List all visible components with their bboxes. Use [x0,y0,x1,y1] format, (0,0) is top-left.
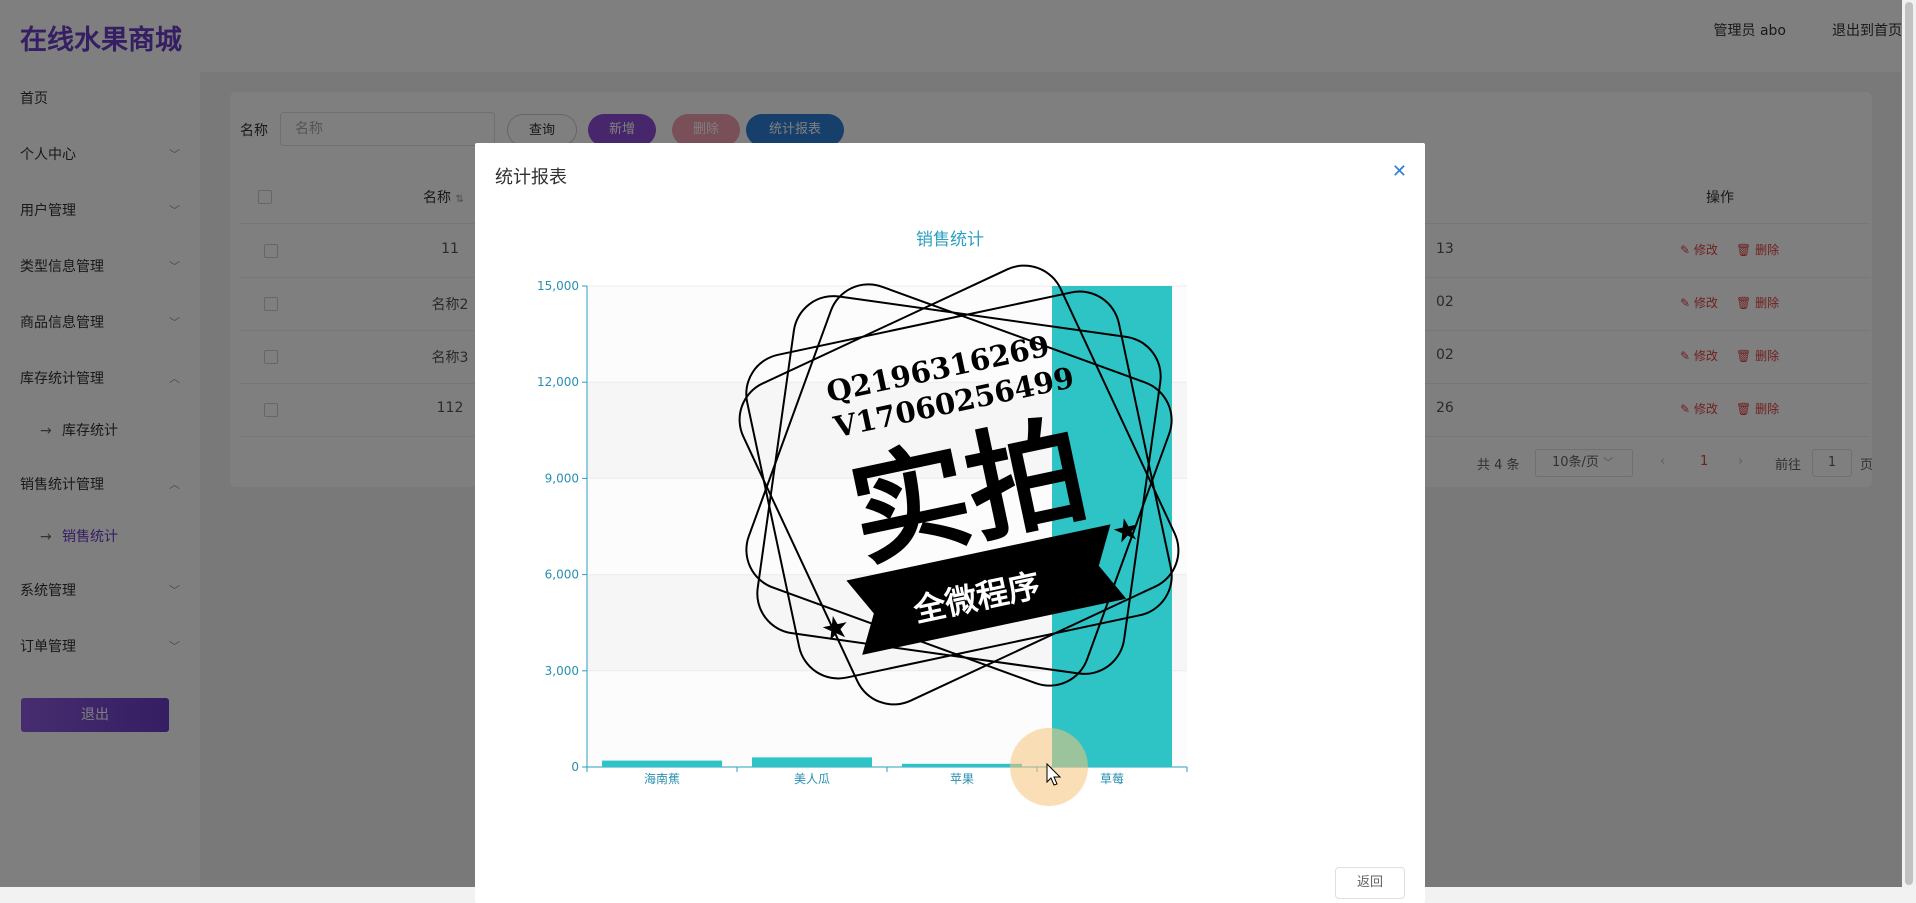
report-dialog: 统计报表 ✕ 销售统计 0 3,000 6,000 9,000 12,000 15,000… [475,143,1425,903]
x-tick-label: 草莓 [1100,772,1124,786]
bar [902,763,1022,767]
x-tick-label: 海南蕉 [644,771,680,786]
chart-xticks: 海南蕉 美人瓜 苹果 草莓 [586,767,1188,786]
sales-chart: 销售统计 0 3,000 6,000 9,000 12,000 15,000 海南蕉 美人瓜… [537,230,1188,806]
y-tick-label: 9,000 [545,471,579,485]
x-tick-label: 美人瓜 [794,772,830,786]
back-button[interactable]: 返回 [1335,867,1405,899]
y-tick-label: 12,000 [537,375,579,389]
bar [602,760,722,767]
y-tick-label: 15,000 [537,279,579,293]
bar [752,757,872,767]
chart-yticks: 0 3,000 6,000 9,000 12,000 15,000 [537,279,587,774]
y-tick-label: 3,000 [545,664,579,678]
scrollbar-thumb[interactable] [1905,2,1913,885]
chart-title: 销售统计 [916,230,984,250]
y-tick-label: 6,000 [545,568,579,582]
y-tick-label: 0 [571,760,579,774]
x-tick-label: 苹果 [950,772,974,786]
page-scrollbar[interactable] [1902,0,1916,887]
